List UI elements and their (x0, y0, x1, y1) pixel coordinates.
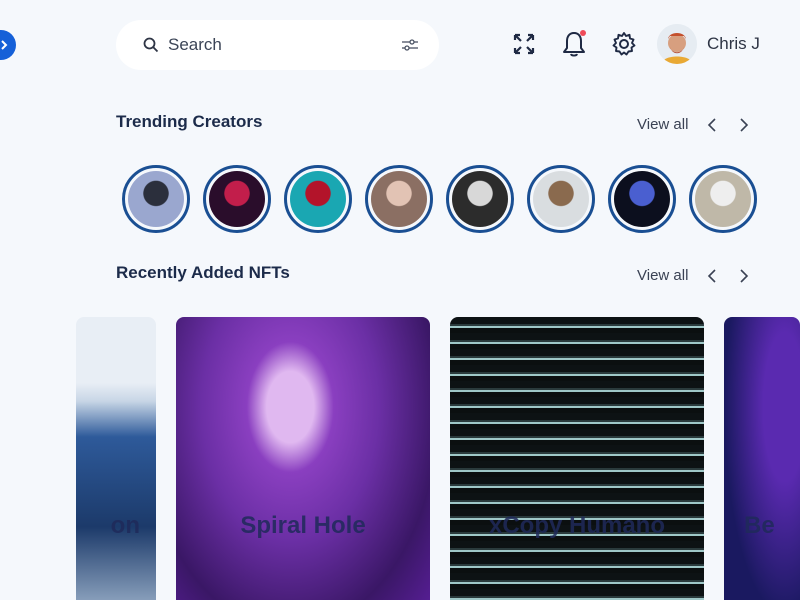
nft-carousel: on Spiral Hole xCopy Humano Be (0, 317, 800, 600)
creator-avatar[interactable] (284, 165, 352, 233)
trending-controls: View all (637, 116, 768, 133)
notifications-button[interactable] (560, 30, 588, 58)
recent-controls: View all (637, 267, 768, 284)
nft-title: Spiral Hole (240, 512, 366, 539)
fullscreen-button[interactable] (510, 30, 538, 58)
chevron-right-icon (1, 40, 8, 50)
creator-photo (290, 171, 346, 227)
view-all-link[interactable]: View all (637, 116, 688, 133)
chevron-left-icon (708, 117, 716, 132)
fullscreen-icon (513, 33, 535, 55)
chevron-right-icon (740, 117, 749, 132)
chevron-right-icon (740, 268, 749, 283)
creator-avatar[interactable] (608, 165, 676, 233)
recent-nfts-title: Recently Added NFTs (116, 263, 290, 282)
view-all-link[interactable]: View all (637, 267, 688, 284)
creator-avatar[interactable] (689, 165, 757, 233)
search-input[interactable]: Search (168, 35, 401, 55)
creator-photo (695, 171, 751, 227)
creator-photo (371, 171, 427, 227)
creator-photo (533, 171, 589, 227)
nft-title: xCopy Humano (488, 512, 665, 539)
user-name: Chris J (707, 34, 760, 53)
trending-creators-title: Trending Creators (116, 112, 263, 131)
gear-icon (612, 32, 636, 56)
prev-button[interactable] (704, 268, 720, 284)
creator-avatar[interactable] (203, 165, 271, 233)
creator-photo (452, 171, 508, 227)
nft-card[interactable]: on (76, 317, 156, 600)
nft-card[interactable]: Spiral Hole (176, 317, 430, 600)
avatar (657, 24, 697, 64)
nft-title: Be (744, 512, 775, 539)
nft-card[interactable]: xCopy Humano (450, 317, 704, 600)
search-bar[interactable]: Search (116, 20, 439, 70)
search-icon (143, 37, 159, 53)
next-button[interactable] (736, 117, 752, 133)
creator-avatar[interactable] (446, 165, 514, 233)
creator-photo (614, 171, 670, 227)
creator-avatar[interactable] (365, 165, 433, 233)
creator-photo (209, 171, 265, 227)
nft-card[interactable]: Be (724, 317, 800, 600)
chevron-left-icon (708, 268, 716, 283)
settings-button[interactable] (610, 30, 638, 58)
user-menu[interactable]: Chris J (657, 24, 760, 64)
filter-sliders-icon[interactable] (401, 38, 419, 52)
creators-row (122, 165, 770, 233)
creator-avatar[interactable] (122, 165, 190, 233)
creator-photo (128, 171, 184, 227)
prev-button[interactable] (704, 117, 720, 133)
nft-title: on (110, 512, 140, 539)
next-button[interactable] (736, 268, 752, 284)
sidebar-toggle-button[interactable] (0, 30, 16, 60)
creator-avatar[interactable] (527, 165, 595, 233)
notification-dot (580, 30, 586, 36)
